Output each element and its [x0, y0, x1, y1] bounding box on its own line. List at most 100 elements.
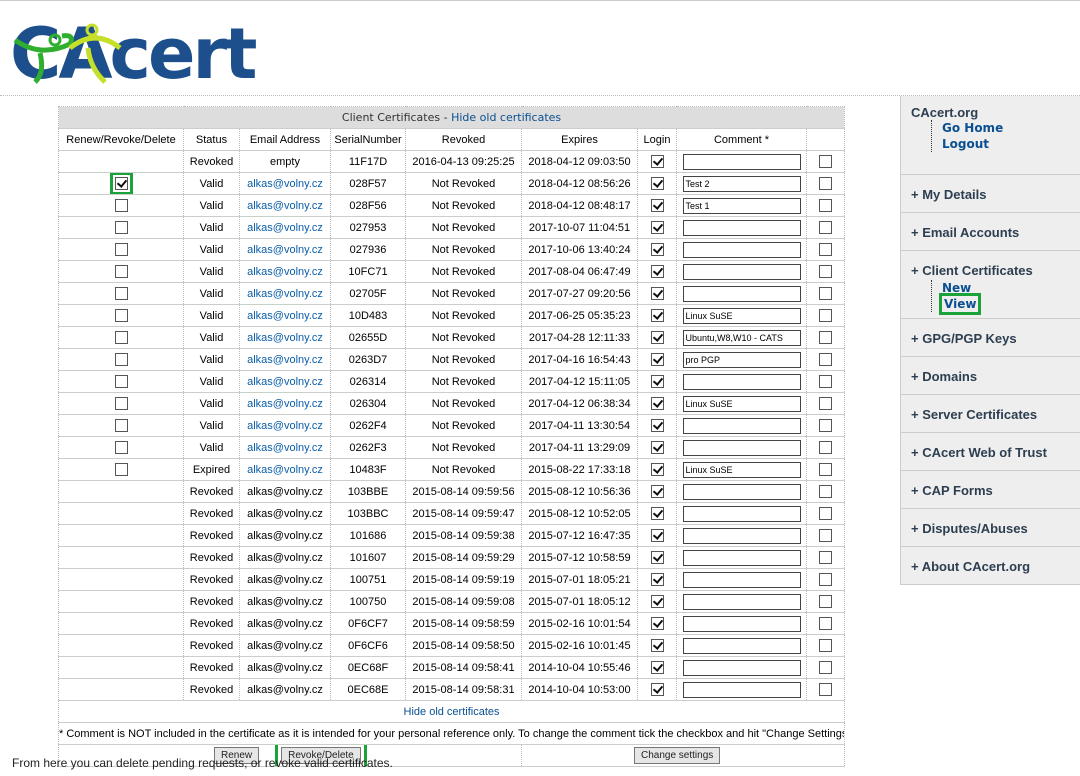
comment-input[interactable]	[682, 593, 801, 610]
comment-input[interactable]: Linux SuSE	[682, 461, 801, 478]
email-link[interactable]: alkas@volny.cz	[247, 332, 323, 344]
change-comment-checkbox[interactable]	[819, 683, 833, 696]
change-comment-checkbox[interactable]	[819, 397, 833, 410]
select-checkbox[interactable]	[114, 397, 128, 410]
select-checkbox[interactable]	[114, 419, 128, 432]
login-checkbox[interactable]	[650, 683, 664, 696]
sidebar-item-web-of-trust[interactable]: + CAcert Web of Trust	[901, 433, 1080, 471]
sidebar-item-domains[interactable]: + Domains	[901, 357, 1080, 395]
comment-input[interactable]	[682, 219, 801, 236]
email-link[interactable]: alkas@volny.cz	[247, 288, 323, 300]
change-comment-checkbox[interactable]	[819, 419, 833, 432]
email-link[interactable]: alkas@volny.cz	[247, 310, 323, 322]
change-comment-checkbox[interactable]	[819, 375, 833, 388]
comment-input[interactable]: pro PGP	[682, 351, 801, 368]
login-checkbox[interactable]	[650, 595, 664, 608]
select-checkbox[interactable]	[114, 375, 128, 388]
select-checkbox[interactable]	[114, 243, 128, 256]
select-checkbox[interactable]	[114, 331, 128, 344]
change-comment-checkbox[interactable]	[819, 661, 833, 674]
comment-input[interactable]	[682, 417, 801, 434]
change-comment-checkbox[interactable]	[819, 199, 833, 212]
change-comment-checkbox[interactable]	[819, 639, 833, 652]
select-checkbox[interactable]	[114, 441, 128, 454]
comment-input[interactable]: Linux SuSE	[682, 307, 801, 324]
comment-input[interactable]	[682, 571, 801, 588]
comment-input[interactable]	[682, 285, 801, 302]
select-checkbox[interactable]	[114, 221, 128, 234]
change-comment-checkbox[interactable]	[819, 551, 833, 564]
comment-input[interactable]: Linux SuSE	[682, 395, 801, 412]
email-link[interactable]: alkas@volny.cz	[247, 442, 323, 454]
change-comment-checkbox[interactable]	[819, 617, 833, 630]
login-checkbox[interactable]	[650, 441, 664, 454]
change-comment-checkbox[interactable]	[819, 155, 833, 168]
change-settings-button[interactable]: Change settings	[634, 747, 721, 764]
change-comment-checkbox[interactable]	[819, 331, 833, 344]
bottom-hide-old-certificates-link[interactable]: Hide old certificates	[57, 700, 846, 723]
login-checkbox[interactable]	[650, 463, 664, 476]
go-home-link[interactable]: Go Home	[942, 120, 1080, 136]
login-checkbox[interactable]	[650, 661, 664, 674]
login-checkbox[interactable]	[650, 617, 664, 630]
email-link[interactable]: alkas@volny.cz	[247, 354, 323, 366]
sidebar-item-server-certificates[interactable]: + Server Certificates	[901, 395, 1080, 433]
sidebar-item-gpg-pgp-keys[interactable]: + GPG/PGP Keys	[901, 319, 1080, 357]
sidebar-item-disputes-abuses[interactable]: + Disputes/Abuses	[901, 509, 1080, 547]
comment-input[interactable]	[682, 439, 801, 456]
login-checkbox[interactable]	[650, 265, 664, 278]
comment-input[interactable]	[682, 549, 801, 566]
login-checkbox[interactable]	[650, 419, 664, 432]
change-comment-checkbox[interactable]	[819, 463, 833, 476]
email-link[interactable]: alkas@volny.cz	[247, 376, 323, 388]
login-checkbox[interactable]	[650, 331, 664, 344]
select-checkbox[interactable]	[109, 173, 133, 194]
select-checkbox[interactable]	[114, 463, 128, 476]
select-checkbox[interactable]	[114, 353, 128, 366]
change-comment-checkbox[interactable]	[819, 595, 833, 608]
email-link[interactable]: alkas@volny.cz	[247, 398, 323, 410]
email-link[interactable]: alkas@volny.cz	[247, 200, 323, 212]
cacert-logo[interactable]: CAcert	[10, 18, 300, 84]
comment-input[interactable]	[682, 483, 801, 500]
select-checkbox[interactable]	[114, 199, 128, 212]
comment-input[interactable]	[682, 659, 801, 676]
login-checkbox[interactable]	[650, 353, 664, 366]
select-checkbox[interactable]	[114, 265, 128, 278]
change-comment-checkbox[interactable]	[819, 221, 833, 234]
login-checkbox[interactable]	[650, 507, 664, 520]
select-checkbox[interactable]	[114, 309, 128, 322]
login-checkbox[interactable]	[650, 397, 664, 410]
comment-input[interactable]	[682, 373, 801, 390]
client-certificates-view-link[interactable]: View	[938, 293, 982, 315]
select-checkbox[interactable]	[114, 287, 128, 300]
email-link[interactable]: alkas@volny.cz	[247, 244, 323, 256]
login-checkbox[interactable]	[650, 485, 664, 498]
comment-input[interactable]	[682, 615, 801, 632]
change-comment-checkbox[interactable]	[819, 287, 833, 300]
change-comment-checkbox[interactable]	[819, 441, 833, 454]
sidebar-item-about[interactable]: + About CAcert.org	[901, 547, 1080, 585]
comment-input[interactable]	[682, 505, 801, 522]
change-comment-checkbox[interactable]	[819, 529, 833, 542]
sidebar-client-certificates-label[interactable]: + Client Certificates	[911, 263, 1080, 278]
sidebar-item-cap-forms[interactable]: + CAP Forms	[901, 471, 1080, 509]
change-comment-checkbox[interactable]	[819, 353, 833, 366]
login-checkbox[interactable]	[650, 529, 664, 542]
comment-input[interactable]	[682, 681, 801, 698]
login-checkbox[interactable]	[650, 551, 664, 564]
email-link[interactable]: alkas@volny.cz	[247, 420, 323, 432]
email-link[interactable]: alkas@volny.cz	[247, 266, 323, 278]
login-checkbox[interactable]	[650, 639, 664, 652]
login-checkbox[interactable]	[650, 287, 664, 300]
login-checkbox[interactable]	[650, 155, 664, 168]
hide-old-certificates-link[interactable]: Hide old certificates	[451, 111, 561, 124]
email-link[interactable]: alkas@volny.cz	[247, 178, 323, 190]
comment-input[interactable]	[682, 527, 801, 544]
comment-input[interactable]	[682, 263, 801, 280]
sidebar-item-email-accounts[interactable]: + Email Accounts	[901, 213, 1080, 251]
logout-link[interactable]: Logout	[942, 136, 1080, 152]
email-link[interactable]: alkas@volny.cz	[247, 464, 323, 476]
comment-input[interactable]: Ubuntu,W8,W10 - CATS	[682, 329, 801, 346]
change-comment-checkbox[interactable]	[819, 309, 833, 322]
